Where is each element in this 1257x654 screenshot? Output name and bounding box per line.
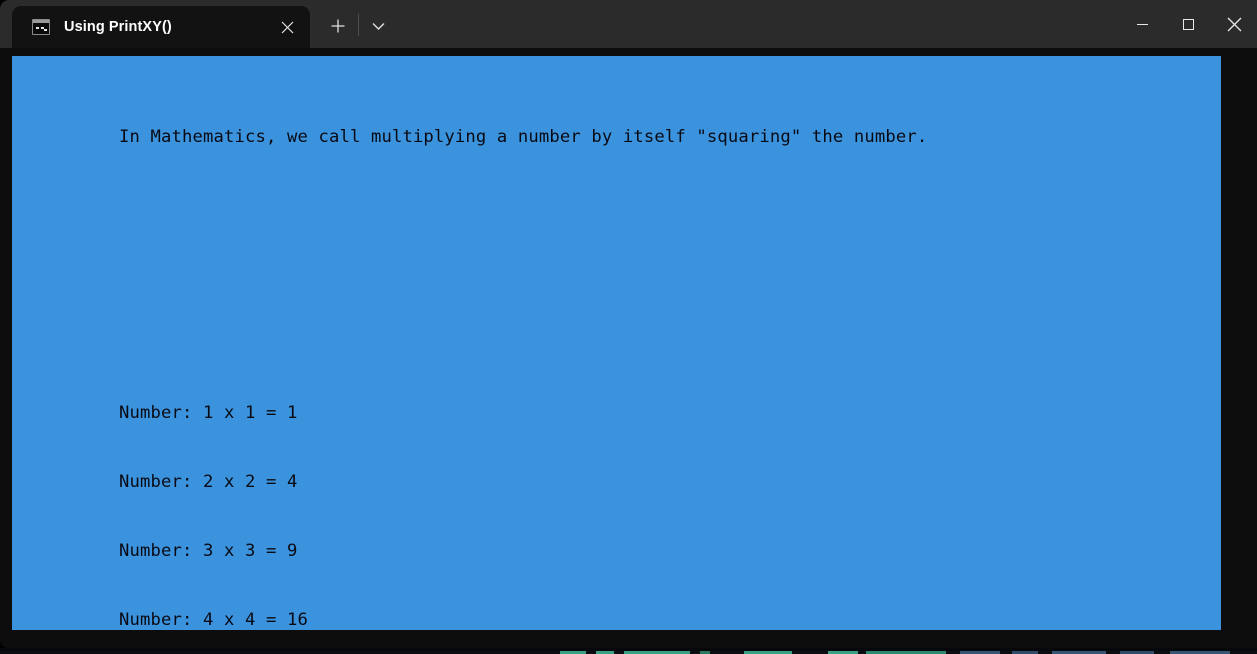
tab-close-button[interactable]	[270, 10, 304, 44]
console-icon	[32, 19, 50, 35]
output-line: Number: 3 x 3 = 9	[119, 541, 298, 561]
terminal-screen[interactable]: In Mathematics, we call multiplying a nu…	[12, 56, 1221, 630]
chevron-down-icon	[372, 22, 385, 31]
new-tab-button[interactable]	[321, 10, 355, 42]
output-line: Number: 1 x 1 = 1	[119, 403, 298, 423]
terminal-frame: In Mathematics, we call multiplying a nu…	[0, 48, 1257, 648]
output-line: Number: 2 x 2 = 4	[119, 472, 298, 492]
title-bar[interactable]: Using PrintXY()	[0, 0, 1257, 48]
terminal-output: In Mathematics, we call multiplying a nu…	[119, 80, 927, 630]
close-icon	[281, 21, 294, 34]
background-window-sliver[interactable]	[0, 648, 1257, 654]
minimize-icon	[1136, 23, 1148, 25]
tab-using-printxy[interactable]: Using PrintXY()	[12, 6, 310, 48]
output-line: Number: 4 x 4 = 16	[119, 610, 308, 630]
window-close-button[interactable]	[1211, 0, 1257, 48]
minimize-button[interactable]	[1119, 0, 1165, 48]
output-heading: In Mathematics, we call multiplying a nu…	[119, 127, 928, 147]
tab-dropdown-button[interactable]	[362, 10, 394, 42]
maximize-icon	[1182, 18, 1194, 30]
terminal-window: Using PrintXY() In Mathematics, we call …	[0, 0, 1257, 648]
plus-icon	[331, 19, 345, 33]
tab-bar-divider	[358, 14, 359, 36]
tab-title: Using PrintXY()	[64, 19, 172, 35]
window-controls	[1119, 0, 1257, 48]
close-icon	[1227, 17, 1242, 32]
maximize-button[interactable]	[1165, 0, 1211, 48]
